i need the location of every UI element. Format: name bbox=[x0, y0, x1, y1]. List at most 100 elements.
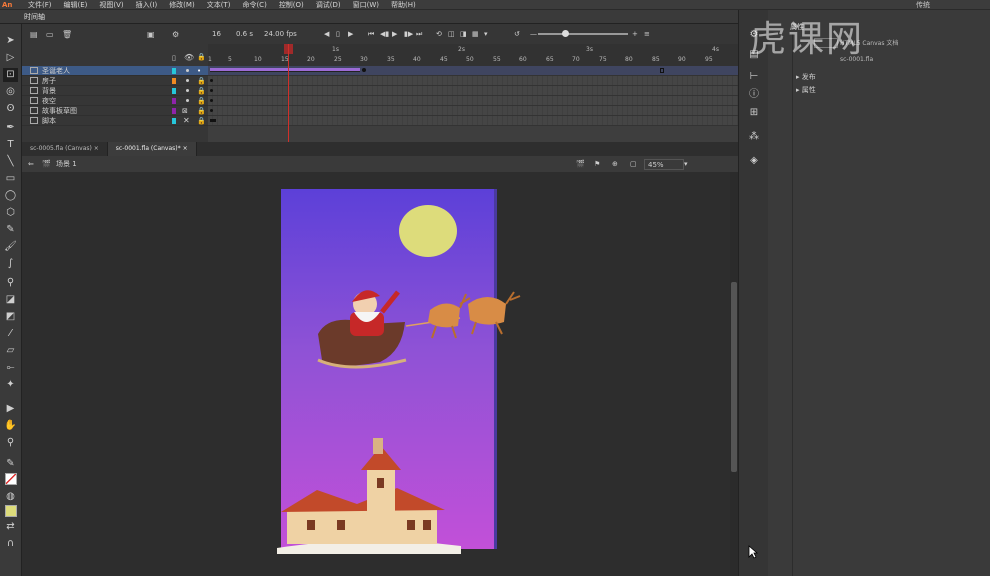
document-tab-active[interactable]: sc-0001.fla (Canvas)* × bbox=[107, 142, 197, 156]
oval-tool-icon[interactable]: ◯ bbox=[3, 189, 18, 203]
zoom-out-frames-icon[interactable]: — bbox=[530, 30, 538, 38]
elapsed-time[interactable]: 0.6 s bbox=[236, 30, 264, 38]
assets-panel-icon[interactable]: ◈ bbox=[747, 154, 761, 168]
step-back-icon[interactable]: ◀▮ bbox=[380, 30, 392, 38]
go-prev-keyframe-icon[interactable]: ◀ bbox=[324, 30, 336, 38]
paint-brush-tool-icon[interactable]: ∫ bbox=[3, 257, 18, 271]
menu-file[interactable]: 文件(F) bbox=[22, 0, 58, 10]
eraser-tool-icon[interactable]: ▱ bbox=[3, 344, 18, 358]
text-tool-icon[interactable]: T bbox=[3, 138, 18, 152]
rewind-icon[interactable]: ⏮ bbox=[368, 30, 380, 39]
frame-zoom-slider[interactable] bbox=[538, 30, 628, 37]
eyedropper-tool-icon[interactable]: ⁄ bbox=[3, 327, 18, 341]
santa-sleigh-symbol[interactable] bbox=[310, 282, 525, 374]
edit-multiple-frames-icon[interactable]: ▦ bbox=[472, 30, 484, 38]
play-icon[interactable]: ▶ bbox=[392, 30, 404, 38]
menu-view[interactable]: 视图(V) bbox=[93, 0, 129, 10]
layer-color-swatch[interactable] bbox=[172, 98, 176, 104]
publish-section[interactable]: ▸ 发布 bbox=[796, 72, 816, 82]
layer-row[interactable]: 圣诞老人 • bbox=[22, 66, 208, 76]
info-panel-icon[interactable]: ⓘ bbox=[747, 88, 761, 102]
layer-color-swatch[interactable] bbox=[172, 78, 176, 84]
fill-color-icon[interactable]: ◍ bbox=[3, 490, 18, 504]
lock-icon[interactable]: 🔒 bbox=[197, 107, 206, 115]
layer-color-swatch[interactable] bbox=[172, 88, 176, 94]
pencil-tool-icon[interactable]: ✎ bbox=[3, 223, 18, 237]
end-frame[interactable] bbox=[660, 68, 664, 73]
free-transform-tool-icon[interactable]: ⊡ bbox=[3, 68, 18, 82]
asset-warp-tool-icon[interactable]: ✦ bbox=[3, 378, 18, 392]
visibility-dot[interactable] bbox=[186, 79, 189, 82]
selection-tool-icon[interactable]: ➤ bbox=[3, 34, 18, 48]
width-tool-icon[interactable]: ⟜ bbox=[3, 361, 18, 375]
zoom-in-frames-icon[interactable]: + bbox=[632, 30, 644, 38]
zoom-select[interactable]: 45% bbox=[644, 158, 684, 170]
menu-insert[interactable]: 插入(I) bbox=[130, 0, 164, 10]
close-icon[interactable]: × bbox=[94, 145, 99, 152]
onion-settings-icon[interactable]: ▾ bbox=[484, 30, 514, 38]
lasso-tool-icon[interactable]: ʘ bbox=[3, 102, 18, 116]
keyframe-dot[interactable] bbox=[210, 109, 213, 112]
layer-row[interactable]: 脚本 ✕ 🔒 bbox=[22, 116, 208, 126]
stroke-color-swatch[interactable] bbox=[5, 473, 17, 485]
keyframe-dot[interactable] bbox=[210, 89, 213, 92]
step-forward-icon[interactable]: ▮▶ bbox=[404, 30, 416, 38]
scrollbar-thumb[interactable] bbox=[731, 282, 737, 472]
onion-outline-icon[interactable]: ◨ bbox=[460, 30, 472, 38]
keyframe-dot[interactable] bbox=[362, 68, 366, 72]
back-arrow-icon[interactable]: ⇐ bbox=[28, 160, 42, 168]
lock-icon[interactable]: 🔒 bbox=[197, 87, 206, 95]
stage-vertical-scrollbar[interactable] bbox=[730, 172, 738, 576]
parenting-icon[interactable]: ⚙ bbox=[172, 30, 179, 39]
insert-keyframe-icon[interactable]: ▯ bbox=[336, 30, 348, 38]
scene-name[interactable]: 场景 1 bbox=[56, 159, 576, 169]
3d-rotation-tool-icon[interactable]: ◎ bbox=[3, 85, 18, 99]
loop-icon[interactable]: ⟲ bbox=[436, 30, 448, 38]
guide-layer-icon[interactable]: ⊠ bbox=[182, 107, 188, 115]
visibility-dot[interactable] bbox=[186, 99, 189, 102]
layer-row[interactable]: 背景 🔒 bbox=[22, 86, 208, 96]
new-layer-icon[interactable]: ▤ bbox=[30, 30, 38, 39]
visibility-icon[interactable]: 👁 bbox=[184, 53, 194, 62]
menu-control[interactable]: 控制(O) bbox=[273, 0, 310, 10]
motion-tween-span[interactable] bbox=[210, 68, 360, 72]
camera-layer-icon[interactable]: ▣ bbox=[147, 30, 155, 39]
layer-color-swatch[interactable] bbox=[172, 68, 176, 74]
stroke-color-icon[interactable]: ✎ bbox=[3, 457, 18, 471]
lock-icon[interactable]: 🔒 bbox=[197, 77, 206, 85]
properties-section[interactable]: ▸ 属性 bbox=[796, 85, 816, 95]
fill-color-swatch[interactable] bbox=[5, 505, 17, 517]
lock-dot[interactable]: • bbox=[197, 67, 201, 75]
clip-content-icon[interactable]: ▢ bbox=[630, 160, 644, 168]
timeline-tab[interactable]: 时间轴 bbox=[24, 12, 45, 22]
keyframe-dot[interactable] bbox=[210, 79, 213, 82]
edit-symbols-icon[interactable]: ⚑ bbox=[594, 160, 612, 168]
frame-rate[interactable]: 24.00 fps bbox=[264, 30, 324, 38]
moon-symbol[interactable] bbox=[399, 205, 457, 257]
components-panel-icon[interactable]: ⁂ bbox=[747, 130, 761, 144]
timeline-menu-icon[interactable]: ≡ bbox=[644, 30, 656, 38]
pen-tool-icon[interactable]: ✒ bbox=[3, 121, 18, 135]
onion-skin-icon[interactable]: ◫ bbox=[448, 30, 460, 38]
lock-all-icon[interactable]: 🔒 bbox=[197, 53, 206, 61]
layer-row[interactable]: 房子 🔒 bbox=[22, 76, 208, 86]
visibility-dot[interactable] bbox=[186, 69, 189, 72]
snap-to-objects-icon[interactable]: ∩ bbox=[3, 537, 18, 551]
hand-tool-icon[interactable]: ✋ bbox=[3, 419, 18, 433]
menu-help[interactable]: 帮助(H) bbox=[385, 0, 422, 10]
layer-row[interactable]: 夜空 🔒 bbox=[22, 96, 208, 106]
keyframe-dot[interactable] bbox=[210, 99, 213, 102]
subselection-tool-icon[interactable]: ▷ bbox=[3, 51, 18, 65]
edit-scene-icon[interactable]: 🎬 bbox=[576, 160, 594, 168]
chevron-down-icon[interactable]: ▾ bbox=[684, 160, 688, 168]
go-next-keyframe-icon[interactable]: ▶ bbox=[348, 30, 368, 38]
outline-toggle-icon[interactable]: ▯ bbox=[172, 54, 176, 62]
layer-color-swatch[interactable] bbox=[172, 108, 176, 114]
align-panel-icon[interactable]: ⊢ bbox=[747, 70, 761, 84]
zoom-tool-icon[interactable]: ⚲ bbox=[3, 436, 18, 450]
polystar-tool-icon[interactable]: ⬡ bbox=[3, 206, 18, 220]
lock-icon[interactable]: 🔒 bbox=[197, 117, 206, 125]
paint-bucket-tool-icon[interactable]: ◪ bbox=[3, 293, 18, 307]
menu-commands[interactable]: 命令(C) bbox=[236, 0, 272, 10]
rectangle-tool-icon[interactable]: ▭ bbox=[3, 172, 18, 186]
